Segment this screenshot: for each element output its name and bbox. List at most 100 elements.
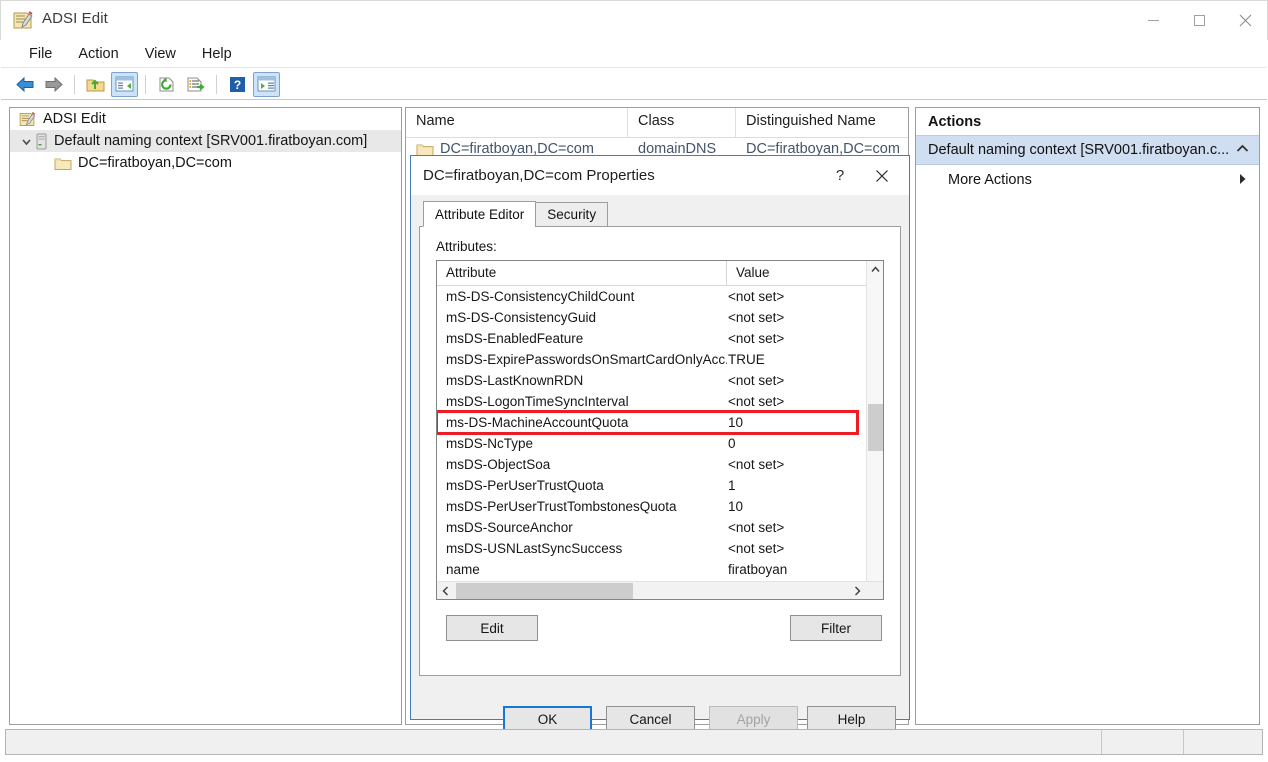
column-header-value[interactable]: Value	[727, 261, 847, 285]
cell-value: <not set>	[728, 457, 785, 472]
actions-item-more-actions[interactable]: More Actions	[916, 165, 1259, 195]
menubar: File Action View Help	[1, 41, 1267, 68]
actions-pane-header: Actions	[916, 108, 1259, 136]
cell-attribute: msDS-ExpirePasswordsOnSmartCardOnlyAcc..…	[446, 352, 727, 367]
forward-arrow-icon[interactable]	[40, 72, 67, 97]
refresh-icon[interactable]	[153, 72, 180, 97]
cell-attribute: mS-DS-ConsistencyChildCount	[446, 289, 635, 304]
table-row[interactable]: msDS-LogonTimeSyncInterval <not set>	[437, 391, 883, 412]
cell-value: 10	[728, 415, 744, 430]
server-icon	[36, 133, 47, 150]
sidebar-item-dc-firatboyan[interactable]: DC=firatboyan,DC=com	[10, 152, 401, 174]
help-icon[interactable]: ?	[224, 72, 251, 97]
back-arrow-icon[interactable]	[11, 72, 38, 97]
table-row[interactable]: msDS-LastKnownRDN <not set>	[437, 370, 883, 391]
chevron-down-icon[interactable]	[18, 136, 34, 147]
cell-value: firatboyan	[728, 562, 788, 577]
scrollbar-thumb[interactable]	[868, 404, 883, 451]
actions-group-label: Default naming context [SRV001.firatboya…	[928, 142, 1230, 158]
attributes-label: Attributes:	[436, 239, 497, 254]
properties-dialog: DC=firatboyan,DC=com Properties ? Attrib…	[410, 155, 910, 733]
dialog-help-button[interactable]: ?	[819, 156, 861, 195]
table-row[interactable]: mS-DS-ConsistencyGuid <not set>	[437, 307, 883, 328]
attribute-editor-panel: Attributes: Attribute Value mS-DS-Consis…	[419, 226, 901, 676]
dialog-title: DC=firatboyan,DC=com Properties	[423, 167, 655, 184]
show-hide-console-tree-icon[interactable]	[111, 71, 138, 97]
up-folder-icon[interactable]	[82, 72, 109, 97]
export-list-icon[interactable]	[182, 72, 209, 97]
chevron-right-icon[interactable]	[1238, 173, 1247, 188]
table-row[interactable]: msDS-PerUserTrustQuota 1	[437, 475, 883, 496]
scrollbar-thumb[interactable]	[456, 583, 633, 599]
cell-value: <not set>	[728, 310, 785, 325]
adsi-edit-icon	[18, 111, 36, 128]
cell-value: <not set>	[728, 331, 785, 346]
cell-attribute: msDS-USNLastSyncSuccess	[446, 541, 623, 556]
statusbar	[5, 729, 1263, 755]
attributes-listbox[interactable]: Attribute Value mS-DS-ConsistencyChildCo…	[436, 260, 884, 600]
cell-value: <not set>	[728, 373, 785, 388]
dialog-close-icon[interactable]	[861, 156, 903, 195]
filter-button[interactable]: Filter	[790, 615, 882, 641]
cell-value: <not set>	[728, 541, 785, 556]
tab-attribute-editor[interactable]: Attribute Editor	[423, 201, 537, 227]
column-header-name[interactable]: Name	[406, 108, 628, 137]
dialog-titlebar: DC=firatboyan,DC=com Properties ?	[411, 156, 909, 195]
menu-action[interactable]: Action	[66, 43, 130, 66]
table-row[interactable]: mS-DS-ConsistencyChildCount <not set>	[437, 286, 883, 307]
cell-value: <not set>	[728, 289, 785, 304]
sidebar-item-label: DC=firatboyan,DC=com	[78, 155, 232, 171]
attributes-table-header: Attribute Value	[437, 261, 883, 286]
sidebar-item-default-naming-context[interactable]: Default naming context [SRV001.firatboya…	[10, 130, 401, 152]
window-title: ADSI Edit	[42, 10, 108, 27]
adsi-edit-icon	[12, 10, 33, 31]
tree-root-item[interactable]: ADSI Edit	[10, 108, 401, 130]
column-header-distinguished-name[interactable]: Distinguished Name	[736, 108, 908, 137]
cell-attribute: msDS-LogonTimeSyncInterval	[446, 394, 629, 409]
scroll-up-icon[interactable]	[867, 261, 883, 278]
table-row-machine-account-quota[interactable]: ms-DS-MachineAccountQuota 10	[437, 410, 859, 435]
scroll-right-icon[interactable]	[849, 582, 866, 599]
menu-view[interactable]: View	[133, 43, 188, 66]
actions-group-default-naming-context[interactable]: Default naming context [SRV001.firatboya…	[916, 136, 1259, 165]
attributes-horizontal-scrollbar[interactable]	[437, 581, 883, 599]
actions-item-label: More Actions	[948, 172, 1032, 188]
table-row[interactable]: msDS-SourceAnchor <not set>	[437, 517, 883, 538]
cell-attribute: msDS-PerUserTrustTombstonesQuota	[446, 499, 677, 514]
menu-file[interactable]: File	[17, 43, 64, 66]
toolbar-separator	[216, 74, 217, 94]
statusbar-message	[6, 730, 1102, 754]
table-row[interactable]: msDS-EnabledFeature <not set>	[437, 328, 883, 349]
chevron-up-icon[interactable]	[1236, 144, 1249, 156]
show-hide-action-pane-icon[interactable]	[253, 71, 280, 97]
table-row[interactable]: msDS-ExpirePasswordsOnSmartCardOnlyAcc..…	[437, 349, 883, 370]
toolbar-separator	[74, 74, 75, 94]
sidebar-item-label: Default naming context [SRV001.firatboya…	[54, 133, 368, 149]
edit-button[interactable]: Edit	[446, 615, 538, 641]
window-titlebar: ADSI Edit	[0, 0, 1268, 40]
table-row[interactable]: msDS-PerUserTrustTombstonesQuota 10	[437, 496, 883, 517]
menu-help[interactable]: Help	[190, 43, 244, 66]
cell-attribute: msDS-PerUserTrustQuota	[446, 478, 604, 493]
minimize-button[interactable]	[1130, 0, 1176, 40]
cell-attribute: mS-DS-ConsistencyGuid	[446, 310, 597, 325]
table-row[interactable]: name firatboyan	[437, 559, 883, 580]
tab-security[interactable]: Security	[535, 202, 609, 227]
table-row[interactable]: msDS-USNLastSyncSuccess <not set>	[437, 538, 883, 559]
column-header-attribute[interactable]: Attribute	[437, 261, 727, 285]
close-icon[interactable]	[1222, 0, 1268, 40]
dialog-title-buttons: ?	[819, 156, 903, 195]
toolbar: ?	[1, 69, 1267, 100]
table-row[interactable]: msDS-NcType 0	[437, 433, 883, 454]
statusbar-panel-3	[1184, 730, 1262, 754]
cell-value: 10	[728, 499, 744, 514]
maximize-button[interactable]	[1176, 0, 1222, 40]
adsi-edit-window: ADSI Edit File Action View Help ? ADSI E…	[0, 0, 1268, 762]
cell-attribute: msDS-LastKnownRDN	[446, 373, 584, 388]
table-row[interactable]: msDS-ObjectSoa <not set>	[437, 454, 883, 475]
attributes-vertical-scrollbar[interactable]	[866, 261, 883, 599]
scroll-left-icon[interactable]	[437, 582, 454, 599]
cell-value: <not set>	[728, 394, 785, 409]
column-header-class[interactable]: Class	[628, 108, 736, 137]
folder-icon	[416, 142, 434, 156]
